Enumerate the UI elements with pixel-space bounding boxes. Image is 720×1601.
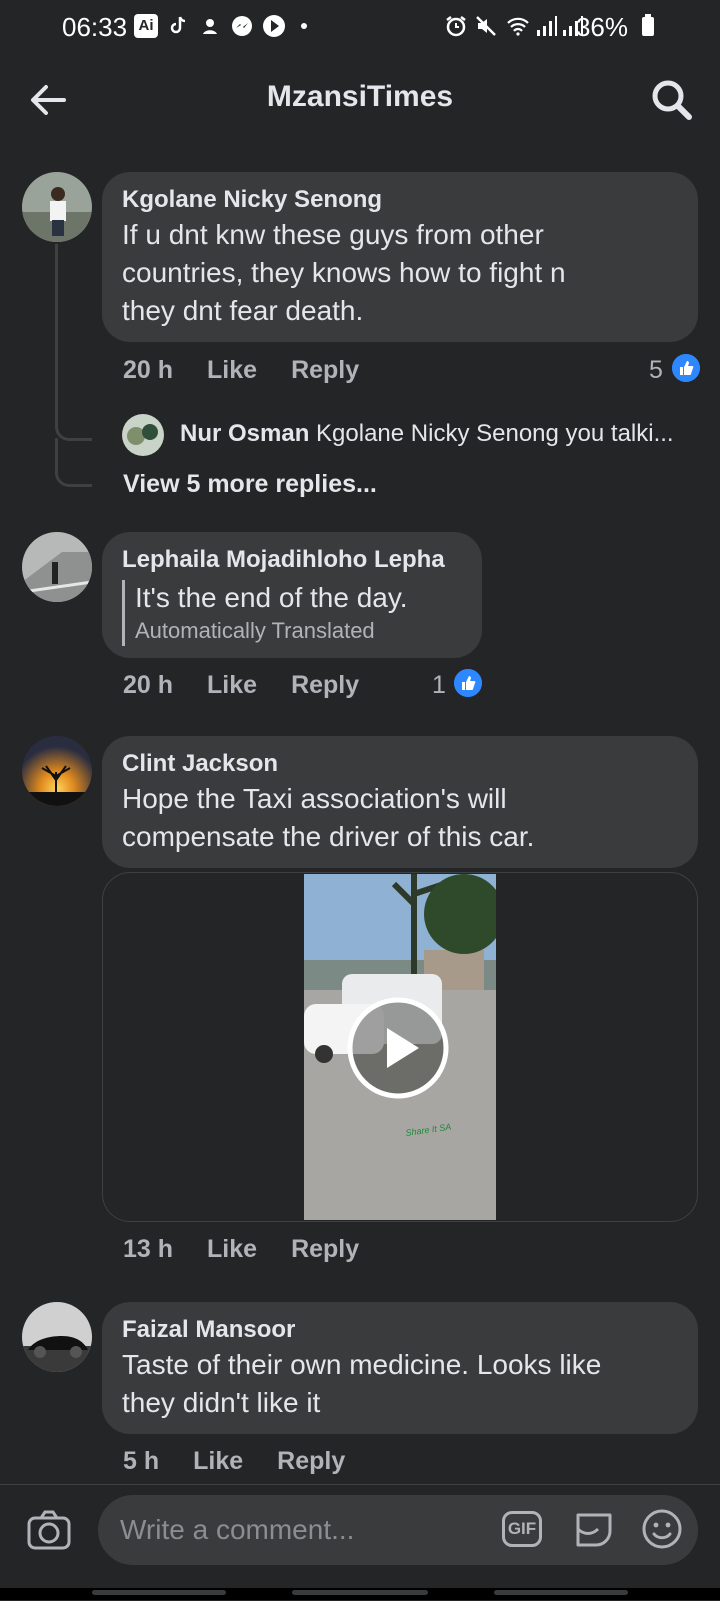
tiktok-icon: [170, 16, 186, 34]
play-icon[interactable]: [346, 996, 450, 1100]
mute-icon: [476, 16, 496, 36]
battery-icon: [642, 14, 654, 36]
comment-text-line: countries, they knows how to fight n: [122, 257, 566, 288]
commenter-name[interactable]: Kgolane Nicky Senong: [122, 184, 678, 216]
status-time: 06:33: [62, 12, 128, 42]
emoji-icon[interactable]: [640, 1507, 684, 1551]
app-header: MzansiTimes: [0, 52, 720, 148]
reply-button[interactable]: Reply: [291, 671, 359, 699]
like-button[interactable]: Like: [207, 671, 257, 699]
page-title: MzansiTimes: [266, 80, 454, 113]
camera-icon[interactable]: [26, 1509, 72, 1551]
view-more-replies-link[interactable]: View 5 more replies...: [123, 470, 377, 499]
comment-text-line: they dnt fear death.: [122, 295, 364, 326]
reply-author: Nur Osman: [180, 420, 310, 447]
like-count: 1: [432, 671, 446, 699]
comment-text-line: Hope the Taxi association's will: [122, 783, 507, 814]
comment-actions: 5 h Like Reply: [123, 1447, 379, 1476]
ai-app-icon: Ai: [134, 14, 158, 38]
reply-preview[interactable]: Nur Osman Kgolane Nicky Senong you talki…: [180, 420, 674, 448]
comment-text-line: If u dnt knw these guys from other: [122, 219, 544, 250]
comment-text-line: they didn't like it: [122, 1387, 321, 1418]
comment-bubble[interactable]: Lephaila Mojadihloho Lepha It's the end …: [102, 532, 482, 658]
comment-actions: 20 h Like Reply: [123, 671, 393, 700]
reply-button[interactable]: Reply: [291, 356, 359, 384]
thumbs-up-icon: [670, 352, 702, 384]
avatar[interactable]: [122, 414, 164, 456]
reply-button[interactable]: Reply: [291, 1235, 359, 1263]
nav-recent-handle[interactable]: [92, 1590, 226, 1595]
comment-time: 13 h: [123, 1235, 174, 1263]
comment-text-line: Taste of their own medicine. Looks like: [122, 1349, 602, 1380]
wifi-icon: [507, 17, 529, 36]
comment-time: 5 h: [123, 1447, 160, 1475]
search-icon[interactable]: [648, 76, 696, 124]
play-store-icon: [263, 15, 285, 37]
comment-text: It's the end of the day.: [135, 582, 408, 613]
commenter-name[interactable]: Lephaila Mojadihloho Lepha: [122, 544, 462, 576]
thumbs-up-icon: [452, 667, 484, 699]
avatar[interactable]: [22, 532, 92, 602]
comment-text-line: compensate the driver of this car.: [122, 821, 535, 852]
status-bar: 06:33 Ai 36%: [0, 0, 720, 52]
signal-icon: [537, 16, 557, 36]
like-button[interactable]: Like: [207, 356, 257, 384]
comment-actions: 13 h Like Reply: [123, 1235, 393, 1264]
commenter-name[interactable]: Clint Jackson: [122, 748, 678, 780]
like-button[interactable]: Like: [207, 1235, 257, 1263]
battery-level: 36%: [575, 12, 628, 42]
reply-branch-line: [55, 404, 92, 441]
sticker-icon[interactable]: [572, 1507, 616, 1551]
like-count: 5: [649, 356, 663, 384]
game-icon: [203, 19, 217, 34]
translated-block: It's the end of the day. Automatically T…: [122, 580, 462, 646]
alarm-icon: [446, 16, 466, 37]
messenger-icon: [232, 16, 252, 36]
comment-bubble[interactable]: Clint Jackson Hope the Taxi association'…: [102, 736, 698, 868]
comment-composer: Write a comment... GIF: [0, 1484, 720, 1601]
nav-home-handle[interactable]: [292, 1590, 428, 1595]
nav-back-handle[interactable]: [494, 1590, 628, 1595]
comment-actions: 20 h Like Reply: [123, 356, 393, 385]
comment-time: 20 h: [123, 356, 174, 384]
comment-time: 20 h: [123, 671, 174, 699]
commenter-name[interactable]: Faizal Mansoor: [122, 1314, 678, 1346]
dot-icon: [301, 23, 307, 29]
reply-snippet: Kgolane Nicky Senong you talki...: [316, 420, 674, 447]
like-button[interactable]: Like: [193, 1447, 243, 1475]
avatar[interactable]: [22, 172, 92, 242]
reply-button[interactable]: Reply: [277, 1447, 345, 1475]
thread-line: [55, 244, 58, 404]
avatar[interactable]: [22, 1302, 92, 1372]
comment-bubble[interactable]: Kgolane Nicky Senong If u dnt knw these …: [102, 172, 698, 342]
comment-bubble[interactable]: Faizal Mansoor Taste of their own medici…: [102, 1302, 698, 1434]
system-nav-bar: [0, 1588, 720, 1600]
gif-button[interactable]: GIF: [502, 1511, 542, 1547]
avatar[interactable]: [22, 736, 92, 806]
reply-branch-line: [55, 438, 92, 487]
translation-note[interactable]: Automatically Translated: [135, 616, 462, 646]
